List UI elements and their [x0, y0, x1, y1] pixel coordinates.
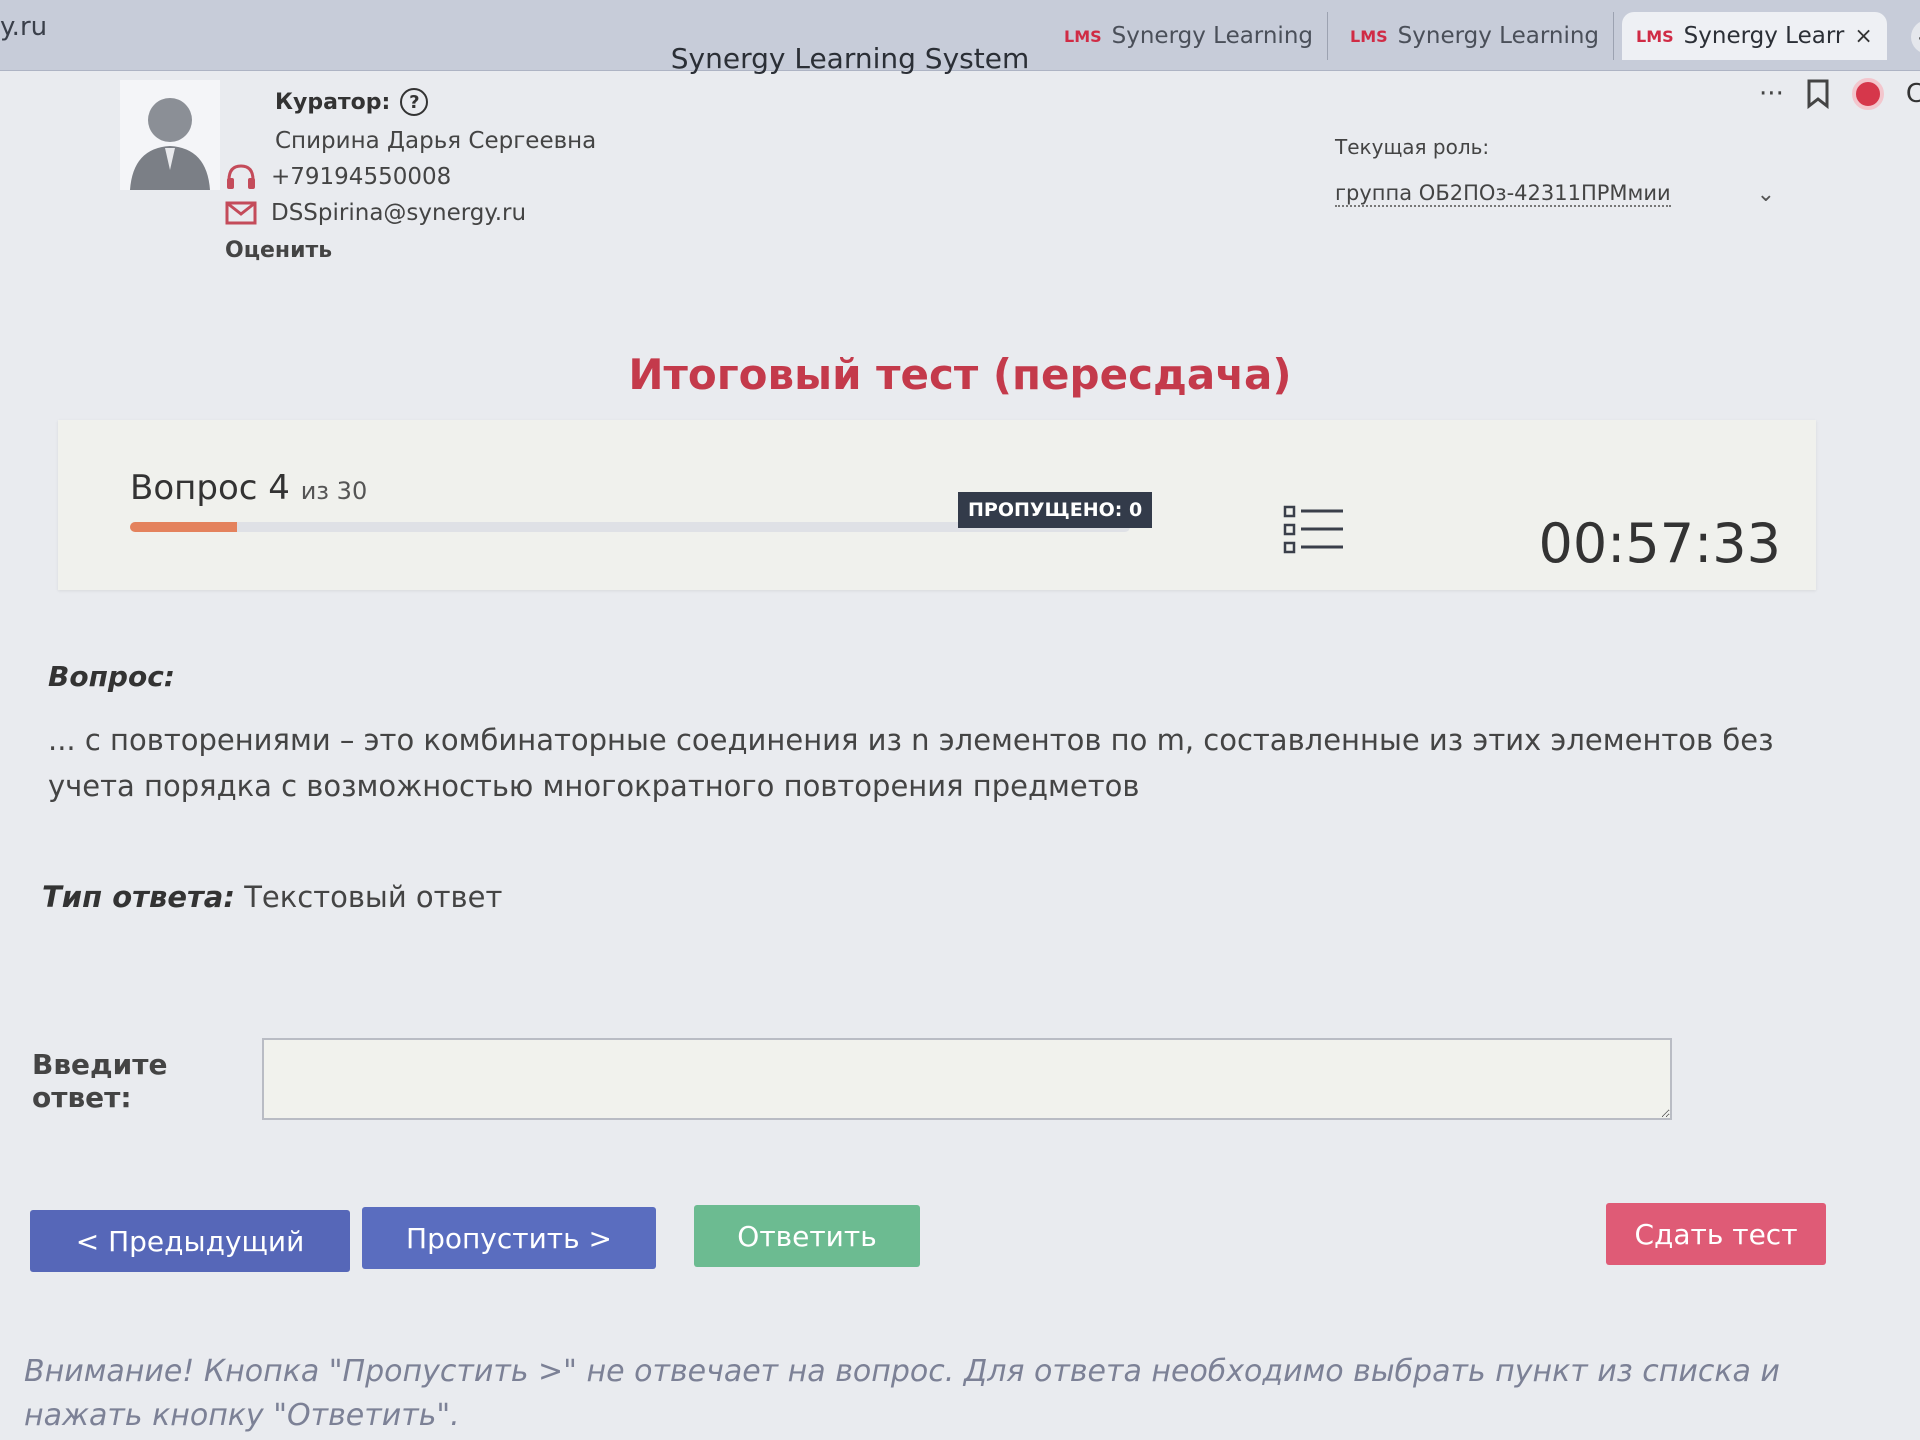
progress-panel: Вопрос 4 из 30 ПРОПУЩЕНО: 0 00:57:33 [58, 420, 1816, 590]
browser-toolbar: ··· C [1759, 78, 1920, 110]
question-total: из 30 [300, 477, 368, 505]
question-block: Вопрос: ... с повторениями – это комбина… [48, 660, 1838, 809]
answer-button[interactable]: Ответить [694, 1205, 920, 1267]
previous-button[interactable]: < Предыдущий [30, 1210, 350, 1272]
role-selector: Текущая роль: группа ОБ2ПОз-42311ПРМмии … [1335, 135, 1775, 207]
progress-bar-fill [130, 522, 237, 532]
answer-type-value: Текстовый ответ [244, 880, 503, 914]
url-bar[interactable]: y.ru [0, 12, 47, 42]
chevron-down-icon: ⌄ [1756, 181, 1775, 207]
curator-email[interactable]: DSSpirina@synergy.ru [271, 200, 526, 226]
curator-phone-row: +79194550008 [225, 162, 451, 192]
warning-note: Внимание! Кнопка "Пропустить >" не отвеч… [24, 1354, 1780, 1433]
avatar [120, 80, 220, 190]
question-list-icon[interactable] [1283, 504, 1345, 554]
curator-email-row: DSSpirina@synergy.ru [225, 200, 526, 226]
skipped-badge: ПРОПУЩЕНО: 0 [958, 492, 1153, 528]
question-number: Вопрос 4 [130, 468, 290, 508]
role-dropdown[interactable]: группа ОБ2ПОз-42311ПРМмии ⌄ [1335, 181, 1775, 207]
question-text: ... с повторениями – это комбинаторные с… [48, 723, 1774, 803]
answer-label: Введите ответ: [32, 1048, 168, 1114]
browser-chrome: y.ru LMS Synergy Learning LMS Synergy Le… [0, 0, 1920, 75]
curator-heading: Куратор: ? [275, 88, 429, 116]
question-counter: Вопрос 4 из 30 [130, 468, 367, 508]
profile-label[interactable]: C [1906, 79, 1920, 109]
answer-type: Тип ответа: Текстовый ответ [42, 880, 502, 914]
answer-row: Введите ответ: [32, 1038, 1682, 1120]
curator-panel: Куратор: ? Спирина Дарья Сергеевна +7919… [120, 80, 820, 280]
role-label: Текущая роль: [1335, 135, 1490, 159]
window-title: Synergy Learning System [670, 42, 1030, 75]
submit-test-button[interactable]: Сдать тест [1606, 1203, 1826, 1265]
more-icon[interactable]: ··· [1759, 79, 1784, 109]
answer-input[interactable] [262, 1038, 1672, 1120]
curator-name: Спирина Дарья Сергеевна [275, 128, 597, 154]
curator-title-text: Куратор: [275, 89, 391, 115]
role-selected-value: группа ОБ2ПОз-42311ПРМмии [1335, 181, 1671, 207]
mail-icon [225, 201, 257, 225]
skip-button[interactable]: Пропустить > [362, 1207, 656, 1269]
user-avatar-icon [130, 98, 210, 190]
rate-curator-link[interactable]: Оценить [225, 238, 332, 263]
question-heading: Вопрос: [48, 660, 175, 693]
answer-type-label: Тип ответа: [42, 880, 235, 914]
bookmark-icon[interactable] [1806, 79, 1830, 109]
test-title: Итоговый тест (пересдача) [628, 350, 1292, 399]
help-icon[interactable]: ? [400, 88, 429, 116]
countdown-timer: 00:57:33 [1538, 512, 1781, 575]
headset-icon [227, 164, 255, 189]
record-icon[interactable] [1851, 78, 1884, 110]
curator-phone: +79194550008 [271, 164, 452, 190]
